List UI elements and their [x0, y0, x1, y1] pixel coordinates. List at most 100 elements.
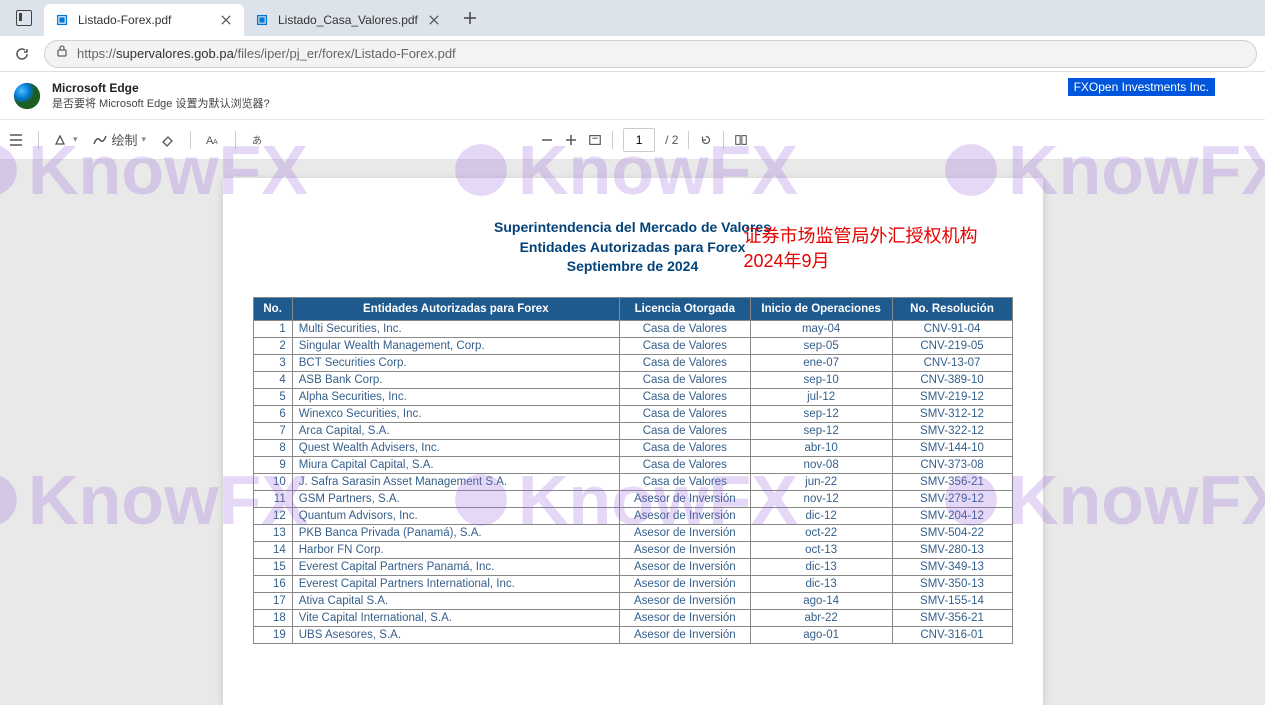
table-row: 8 Quest Wealth Advisers, Inc. Casa de Va… [253, 439, 1012, 456]
cell-license: Asesor de Inversión [619, 541, 750, 558]
tab-listado-forex[interactable]: Listado-Forex.pdf [44, 4, 244, 36]
contents-button[interactable] [8, 132, 24, 148]
cell-entity: Everest Capital Partners International, … [292, 575, 619, 592]
cell-date: oct-22 [750, 524, 892, 541]
cell-entity: PKB Banca Privada (Panamá), S.A. [292, 524, 619, 541]
table-row: 5 Alpha Securities, Inc. Casa de Valores… [253, 388, 1012, 405]
close-tab-icon[interactable] [426, 12, 442, 28]
cell-date: oct-13 [750, 541, 892, 558]
cell-no: 8 [253, 439, 292, 456]
highlight-button[interactable]: ▾ [53, 132, 78, 148]
cell-no: 14 [253, 541, 292, 558]
cell-no: 3 [253, 354, 292, 371]
cell-resolution: CNV-316-01 [892, 626, 1012, 643]
svg-text:あ: あ [252, 135, 262, 147]
cell-resolution: CNV-389-10 [892, 371, 1012, 388]
cell-entity: Alpha Securities, Inc. [292, 388, 619, 405]
banner-subtitle: 是否要将 Microsoft Edge 设置为默认浏览器? [52, 95, 270, 111]
cell-date: ago-01 [750, 626, 892, 643]
table-row: 14 Harbor FN Corp. Asesor de Inversión o… [253, 541, 1012, 558]
table-row: 17 Ativa Capital S.A. Asesor de Inversió… [253, 592, 1012, 609]
table-row: 3 BCT Securities Corp. Casa de Valores e… [253, 354, 1012, 371]
cell-license: Casa de Valores [619, 354, 750, 371]
cell-license: Casa de Valores [619, 388, 750, 405]
table-row: 18 Vite Capital International, S.A. Ases… [253, 609, 1012, 626]
close-tab-icon[interactable] [218, 12, 234, 28]
table-header-row: No. Entidades Autorizadas para Forex Lic… [253, 297, 1012, 320]
cell-no: 6 [253, 405, 292, 422]
address-bar[interactable]: https://supervalores.gob.pa/files/iper/p… [44, 40, 1257, 68]
refresh-button[interactable] [8, 40, 36, 68]
cell-license: Casa de Valores [619, 439, 750, 456]
cell-license: Asesor de Inversión [619, 558, 750, 575]
th-license: Licencia Otorgada [619, 297, 750, 320]
page-view-button[interactable] [734, 133, 748, 147]
th-entity: Entidades Autorizadas para Forex [292, 297, 619, 320]
cell-date: ago-14 [750, 592, 892, 609]
cell-license: Asesor de Inversión [619, 524, 750, 541]
cell-resolution: CNV-373-08 [892, 456, 1012, 473]
tab-bar: Listado-Forex.pdf Listado_Casa_Valores.p… [0, 0, 1265, 36]
new-tab-button[interactable] [456, 4, 484, 32]
rotate-button[interactable] [699, 133, 713, 147]
cell-no: 13 [253, 524, 292, 541]
table-row: 19 UBS Asesores, S.A. Asesor de Inversió… [253, 626, 1012, 643]
draw-button[interactable]: 绘制 ▾ [92, 130, 147, 149]
zoom-out-button[interactable] [540, 133, 554, 147]
cell-no: 9 [253, 456, 292, 473]
site-info-icon[interactable] [55, 44, 69, 63]
cell-entity: Harbor FN Corp. [292, 541, 619, 558]
separator [612, 131, 613, 149]
cell-resolution: SMV-312-12 [892, 405, 1012, 422]
cell-date: sep-12 [750, 405, 892, 422]
read-aloud-button[interactable]: あ [250, 132, 266, 148]
cell-entity: Arca Capital, S.A. [292, 422, 619, 439]
fit-button[interactable] [588, 133, 602, 147]
cell-date: dic-13 [750, 558, 892, 575]
draw-label: 绘制 [112, 130, 138, 149]
tab-title: Listado-Forex.pdf [78, 13, 171, 27]
cell-date: jun-22 [750, 473, 892, 490]
table-row: 6 Winexco Securities, Inc. Casa de Valor… [253, 405, 1012, 422]
cell-license: Asesor de Inversión [619, 609, 750, 626]
cell-date: nov-12 [750, 490, 892, 507]
erase-button[interactable] [160, 132, 176, 148]
tab-listado-casa-valores[interactable]: Listado_Casa_Valores.pdf [244, 4, 452, 36]
cell-resolution: SMV-356-21 [892, 473, 1012, 490]
cell-no: 1 [253, 320, 292, 337]
cell-date: sep-05 [750, 337, 892, 354]
cell-license: Asesor de Inversión [619, 626, 750, 643]
table-row: 10 J. Safra Sarasin Asset Management S.A… [253, 473, 1012, 490]
cell-resolution: SMV-349-13 [892, 558, 1012, 575]
cell-license: Casa de Valores [619, 422, 750, 439]
cell-date: dic-12 [750, 507, 892, 524]
page-total: / 2 [665, 133, 678, 147]
pdf-toolbar: ▾ 绘制 ▾ AA あ / 2 [0, 120, 1265, 160]
cell-resolution: SMV-350-13 [892, 575, 1012, 592]
text-size-button[interactable]: AA [205, 132, 221, 148]
cell-no: 19 [253, 626, 292, 643]
cell-license: Casa de Valores [619, 405, 750, 422]
svg-text:A: A [213, 139, 218, 146]
cell-resolution: SMV-504-22 [892, 524, 1012, 541]
cell-no: 16 [253, 575, 292, 592]
cell-entity: Singular Wealth Management, Corp. [292, 337, 619, 354]
pdf-viewer[interactable]: Superintendencia del Mercado de Valores … [0, 160, 1265, 705]
page-controls: / 2 [540, 128, 748, 152]
cell-entity: Vite Capital International, S.A. [292, 609, 619, 626]
cell-entity: Ativa Capital S.A. [292, 592, 619, 609]
table-row: 2 Singular Wealth Management, Corp. Casa… [253, 337, 1012, 354]
cell-resolution: SMV-322-12 [892, 422, 1012, 439]
cell-no: 11 [253, 490, 292, 507]
cell-resolution: CNV-13-07 [892, 354, 1012, 371]
cell-date: ene-07 [750, 354, 892, 371]
tab-actions-icon[interactable] [12, 6, 36, 30]
cell-entity: Winexco Securities, Inc. [292, 405, 619, 422]
cell-entity: Quest Wealth Advisers, Inc. [292, 439, 619, 456]
table-row: 7 Arca Capital, S.A. Casa de Valores sep… [253, 422, 1012, 439]
cell-entity: UBS Asesores, S.A. [292, 626, 619, 643]
cell-license: Asesor de Inversión [619, 507, 750, 524]
zoom-in-button[interactable] [564, 133, 578, 147]
table-row: 4 ASB Bank Corp. Casa de Valores sep-10 … [253, 371, 1012, 388]
page-number-input[interactable] [623, 128, 655, 152]
